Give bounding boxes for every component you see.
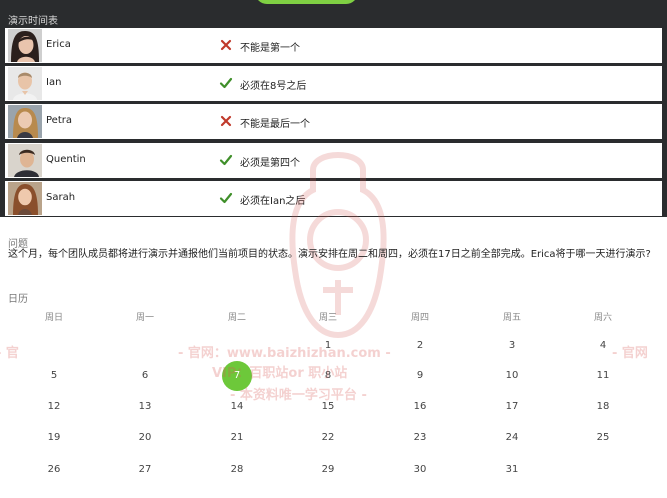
calendar-day[interactable]: 28 (222, 455, 252, 485)
calendar-day[interactable]: 10 (497, 361, 527, 391)
watermark-edge-right: - 官网 (612, 346, 648, 361)
watermark-line-3: - 本资料唯一学习平台 - (230, 388, 367, 403)
person-name: Ian (46, 77, 62, 88)
calendar-day[interactable]: 11 (588, 361, 618, 391)
watermark-edge-left: - 官 (0, 346, 19, 361)
calendar-day[interactable]: 30 (405, 455, 435, 485)
avatar-sarah (8, 182, 42, 215)
schedule-row-erica: Erica 不能是第一个 (5, 28, 662, 63)
calendar-day[interactable]: 6 (130, 361, 160, 391)
weekday-header: 周四 (410, 313, 429, 323)
watermark-line-2: VIP：百职站or 职小站 (212, 366, 348, 381)
top-accent-bar (255, 0, 358, 4)
weekday-header: 周一 (135, 313, 154, 323)
calendar-day[interactable]: 13 (130, 392, 160, 422)
question-text: 这个月，每个团队成员都将进行演示并通报他们当前项目的状态。演示安排在周二和周四，… (8, 249, 651, 260)
calendar-day[interactable]: 19 (39, 423, 69, 453)
watermark-line-1: - 官网：www.baizhizhan.com - (178, 346, 391, 361)
calendar-day[interactable]: 22 (313, 423, 343, 453)
calendar-day[interactable]: 5 (39, 361, 69, 391)
calendar-day[interactable]: 27 (130, 455, 160, 485)
person-name: Erica (46, 39, 71, 50)
avatar-petra (8, 105, 42, 138)
person-name: Quentin (46, 154, 86, 165)
avatar-ian (8, 67, 42, 100)
calendar-day[interactable]: 2 (405, 331, 435, 361)
calendar-day[interactable]: 31 (497, 455, 527, 485)
person-name: Sarah (46, 192, 76, 203)
condition-text: 必须在8号之后 (240, 81, 307, 92)
weekday-header: 周五 (502, 313, 521, 323)
schedule-title: 演示时间表 (8, 16, 58, 27)
calendar-day[interactable]: 24 (497, 423, 527, 453)
schedule-row-petra: Petra 不能是最后一个 (5, 104, 662, 139)
calendar-day[interactable]: 9 (405, 361, 435, 391)
calendar-day[interactable]: 23 (405, 423, 435, 453)
calendar-day[interactable]: 20 (130, 423, 160, 453)
avatar-quentin (8, 144, 42, 177)
check-icon (219, 75, 233, 89)
calendar-day[interactable]: 21 (222, 423, 252, 453)
person-name: Petra (46, 115, 72, 126)
weekday-header: 周二 (227, 313, 246, 323)
calendar-label: 日历 (8, 294, 28, 305)
cross-icon (219, 113, 233, 127)
calendar-day[interactable]: 18 (588, 392, 618, 422)
weekday-header: 周日 (44, 313, 63, 323)
condition-text: 不能是最后一个 (240, 119, 310, 130)
check-icon (219, 152, 233, 166)
schedule-row-ian: Ian 必须在8号之后 (5, 66, 662, 101)
check-icon (219, 190, 233, 204)
calendar-day[interactable]: 16 (405, 392, 435, 422)
cross-icon (219, 37, 233, 51)
weekday-header: 周六 (593, 313, 612, 323)
calendar-day[interactable]: 26 (39, 455, 69, 485)
condition-text: 不能是第一个 (240, 43, 300, 54)
calendar-day[interactable]: 12 (39, 392, 69, 422)
calendar-day[interactable]: 25 (588, 423, 618, 453)
weekday-header: 周三 (318, 313, 337, 323)
calendar-day[interactable]: 3 (497, 331, 527, 361)
calendar-day[interactable]: 29 (313, 455, 343, 485)
avatar-erica (8, 29, 42, 62)
calendar-day[interactable]: 17 (497, 392, 527, 422)
